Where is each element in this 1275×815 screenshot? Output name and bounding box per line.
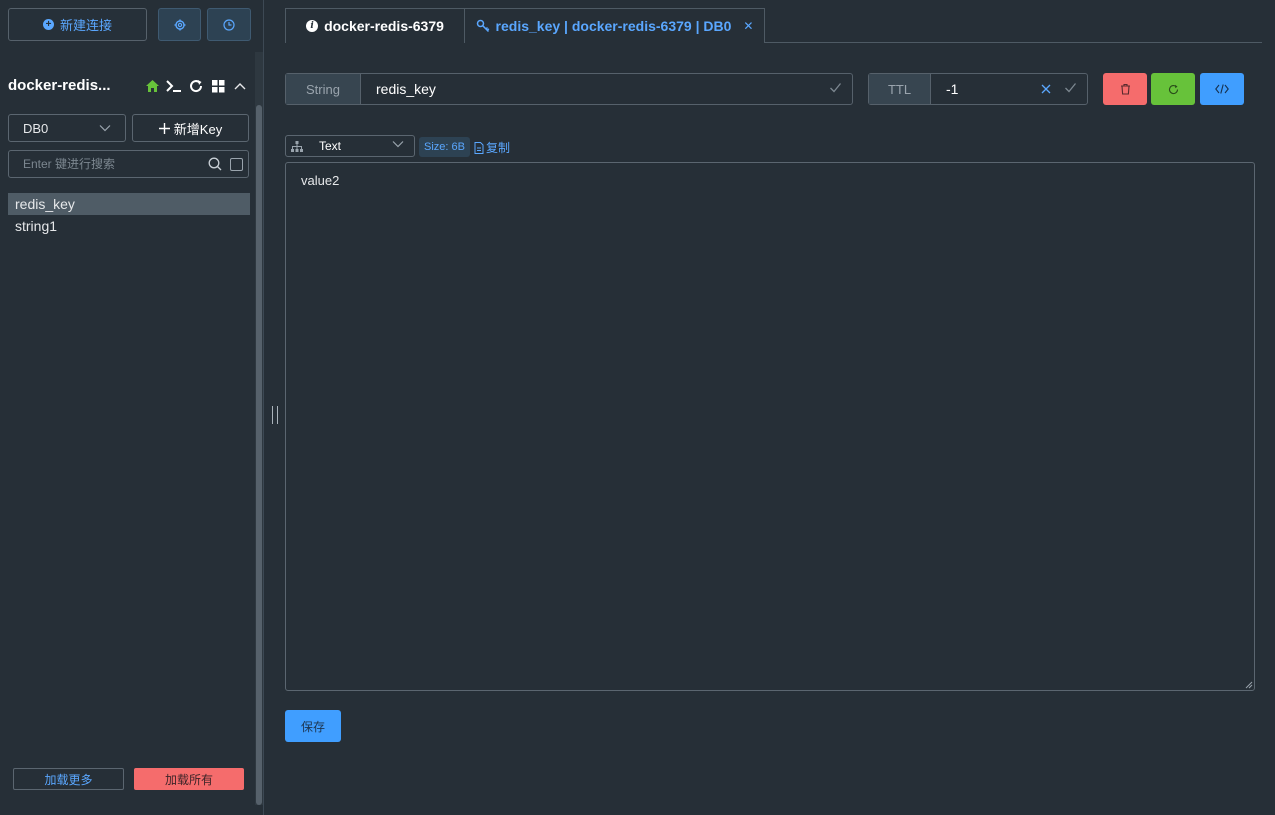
sitemap-icon xyxy=(291,140,303,152)
settings-button[interactable] xyxy=(158,8,201,41)
grid-icon[interactable] xyxy=(210,78,226,94)
code-icon xyxy=(1215,84,1229,94)
value-textarea[interactable]: value2 xyxy=(285,162,1255,691)
key-search xyxy=(8,150,249,178)
check-icon[interactable] xyxy=(1064,81,1077,94)
sidebar-scrollbar-thumb[interactable] xyxy=(256,105,262,805)
load-all-button[interactable]: 加载所有 xyxy=(134,768,244,790)
chevron-down-icon xyxy=(392,141,404,148)
copy-label: 复制 xyxy=(486,141,511,155)
save-button[interactable]: 保存 xyxy=(285,710,341,742)
trash-icon xyxy=(1120,83,1130,95)
db-select-value: DB0 xyxy=(23,120,49,136)
key-list: redis_key string1 xyxy=(8,193,250,237)
connection-toolbar xyxy=(144,78,248,94)
chevron-up-icon[interactable] xyxy=(232,78,248,94)
new-connection-label: 新建连接 xyxy=(59,18,112,33)
plus-circle-icon: + xyxy=(42,19,54,30)
plus-icon xyxy=(158,122,170,134)
key-name-input[interactable] xyxy=(376,81,776,97)
add-key-label: 新增Key xyxy=(173,121,223,137)
resize-grip-icon[interactable] xyxy=(1245,681,1253,689)
key-icon xyxy=(476,19,489,33)
key-name-group: String xyxy=(285,73,853,105)
document-icon xyxy=(474,141,484,154)
close-icon[interactable]: ✕ xyxy=(743,19,753,33)
clear-icon[interactable] xyxy=(1040,83,1052,95)
terminal-icon[interactable] xyxy=(166,78,182,94)
refresh-key-button[interactable] xyxy=(1151,73,1195,105)
tab-label: docker-redis-6379 xyxy=(324,18,444,34)
copy-button[interactable]: 复制 xyxy=(474,139,510,156)
search-icon[interactable] xyxy=(208,157,222,171)
key-list-item[interactable]: redis_key xyxy=(8,193,250,215)
add-key-button[interactable]: 新增Key xyxy=(132,114,249,142)
refresh-icon[interactable] xyxy=(188,78,204,94)
tab-connection-info[interactable]: i docker-redis-6379 xyxy=(285,8,465,43)
tab-label: redis_key | docker-redis-6379 | DB0 xyxy=(495,18,732,34)
info-icon: i xyxy=(306,20,319,32)
chevron-down-icon xyxy=(99,125,111,132)
key-type-label: String xyxy=(286,74,361,104)
load-more-button[interactable]: 加载更多 xyxy=(13,768,124,790)
new-connection-button[interactable]: + 新建连接 xyxy=(8,8,147,41)
check-icon[interactable] xyxy=(829,81,842,94)
ttl-group: TTL xyxy=(868,73,1088,105)
gear-icon xyxy=(174,19,185,30)
db-select[interactable]: DB0 xyxy=(8,114,126,142)
size-badge: Size: 6B xyxy=(419,137,470,157)
format-select[interactable]: Text xyxy=(285,135,415,157)
refresh-icon xyxy=(1168,84,1178,94)
exact-match-checkbox[interactable] xyxy=(230,158,243,171)
panel-resize-handle[interactable] xyxy=(272,406,278,424)
ttl-label: TTL xyxy=(869,74,931,104)
home-icon[interactable] xyxy=(144,78,160,94)
format-select-value: Text xyxy=(319,139,342,153)
history-button[interactable] xyxy=(207,8,251,41)
ttl-input[interactable] xyxy=(946,81,1026,97)
clock-icon xyxy=(223,18,235,31)
tab-key-detail[interactable]: redis_key | docker-redis-6379 | DB0 ✕ xyxy=(464,8,765,43)
delete-key-button[interactable] xyxy=(1103,73,1147,105)
key-list-item[interactable]: string1 xyxy=(8,215,250,237)
search-input[interactable] xyxy=(23,157,203,171)
connection-name[interactable]: docker-redis... xyxy=(8,77,138,94)
code-view-button[interactable] xyxy=(1200,73,1244,105)
